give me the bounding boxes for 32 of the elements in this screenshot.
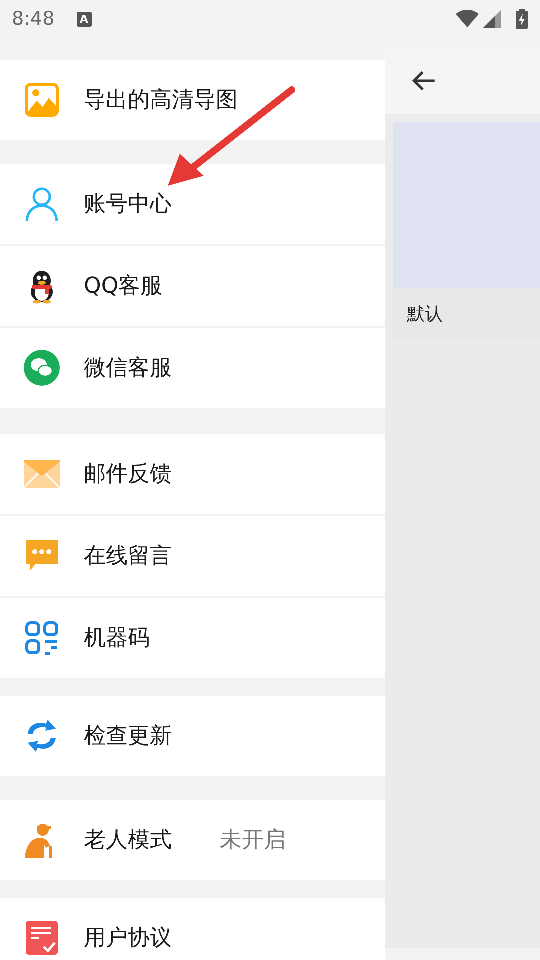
- notification-icon: A: [76, 12, 92, 26]
- menu-item[interactable]: 微信客服: [0, 328, 385, 408]
- code-icon: [24, 620, 60, 656]
- menu-item-status: 未开启: [220, 826, 286, 854]
- menu-item[interactable]: 用户协议: [0, 898, 385, 960]
- card-title: 默认: [407, 302, 443, 326]
- menu-item[interactable]: 在线留言: [0, 516, 385, 596]
- signal-icon: [483, 10, 502, 28]
- menu-item[interactable]: 导出的高清导图: [0, 60, 385, 140]
- wifi-icon: [456, 10, 479, 28]
- menu-item[interactable]: 老人模式 未开启: [0, 800, 385, 880]
- menu-item-label: 老人模式: [84, 826, 172, 854]
- menu-item[interactable]: QQ客服: [0, 246, 385, 326]
- status-time: 8:48: [12, 6, 55, 32]
- image-icon: [24, 82, 60, 118]
- menu-item-label: QQ客服: [84, 272, 163, 300]
- menu-item-label: 检查更新: [84, 722, 172, 750]
- menu-item-label: 微信客服: [84, 354, 172, 382]
- menu-item[interactable]: 检查更新: [0, 696, 385, 776]
- menu-item-label: 邮件反馈: [84, 460, 172, 488]
- menu-item[interactable]: 机器码: [0, 598, 385, 678]
- menu-item-label: 在线留言: [84, 542, 172, 570]
- menu-item-label: 用户协议: [84, 924, 172, 952]
- person-icon: [24, 186, 60, 222]
- menu-item[interactable]: 邮件反馈: [0, 434, 385, 514]
- document-check-icon: [24, 920, 60, 956]
- menu-item-label: 机器码: [84, 624, 150, 652]
- menu-item-label: 账号中心: [84, 190, 172, 218]
- battery-icon: [516, 9, 528, 29]
- menu-item-label: 导出的高清导图: [84, 86, 238, 114]
- menu-item[interactable]: 账号中心: [0, 164, 385, 244]
- chat-bubbles-icon: [24, 350, 60, 386]
